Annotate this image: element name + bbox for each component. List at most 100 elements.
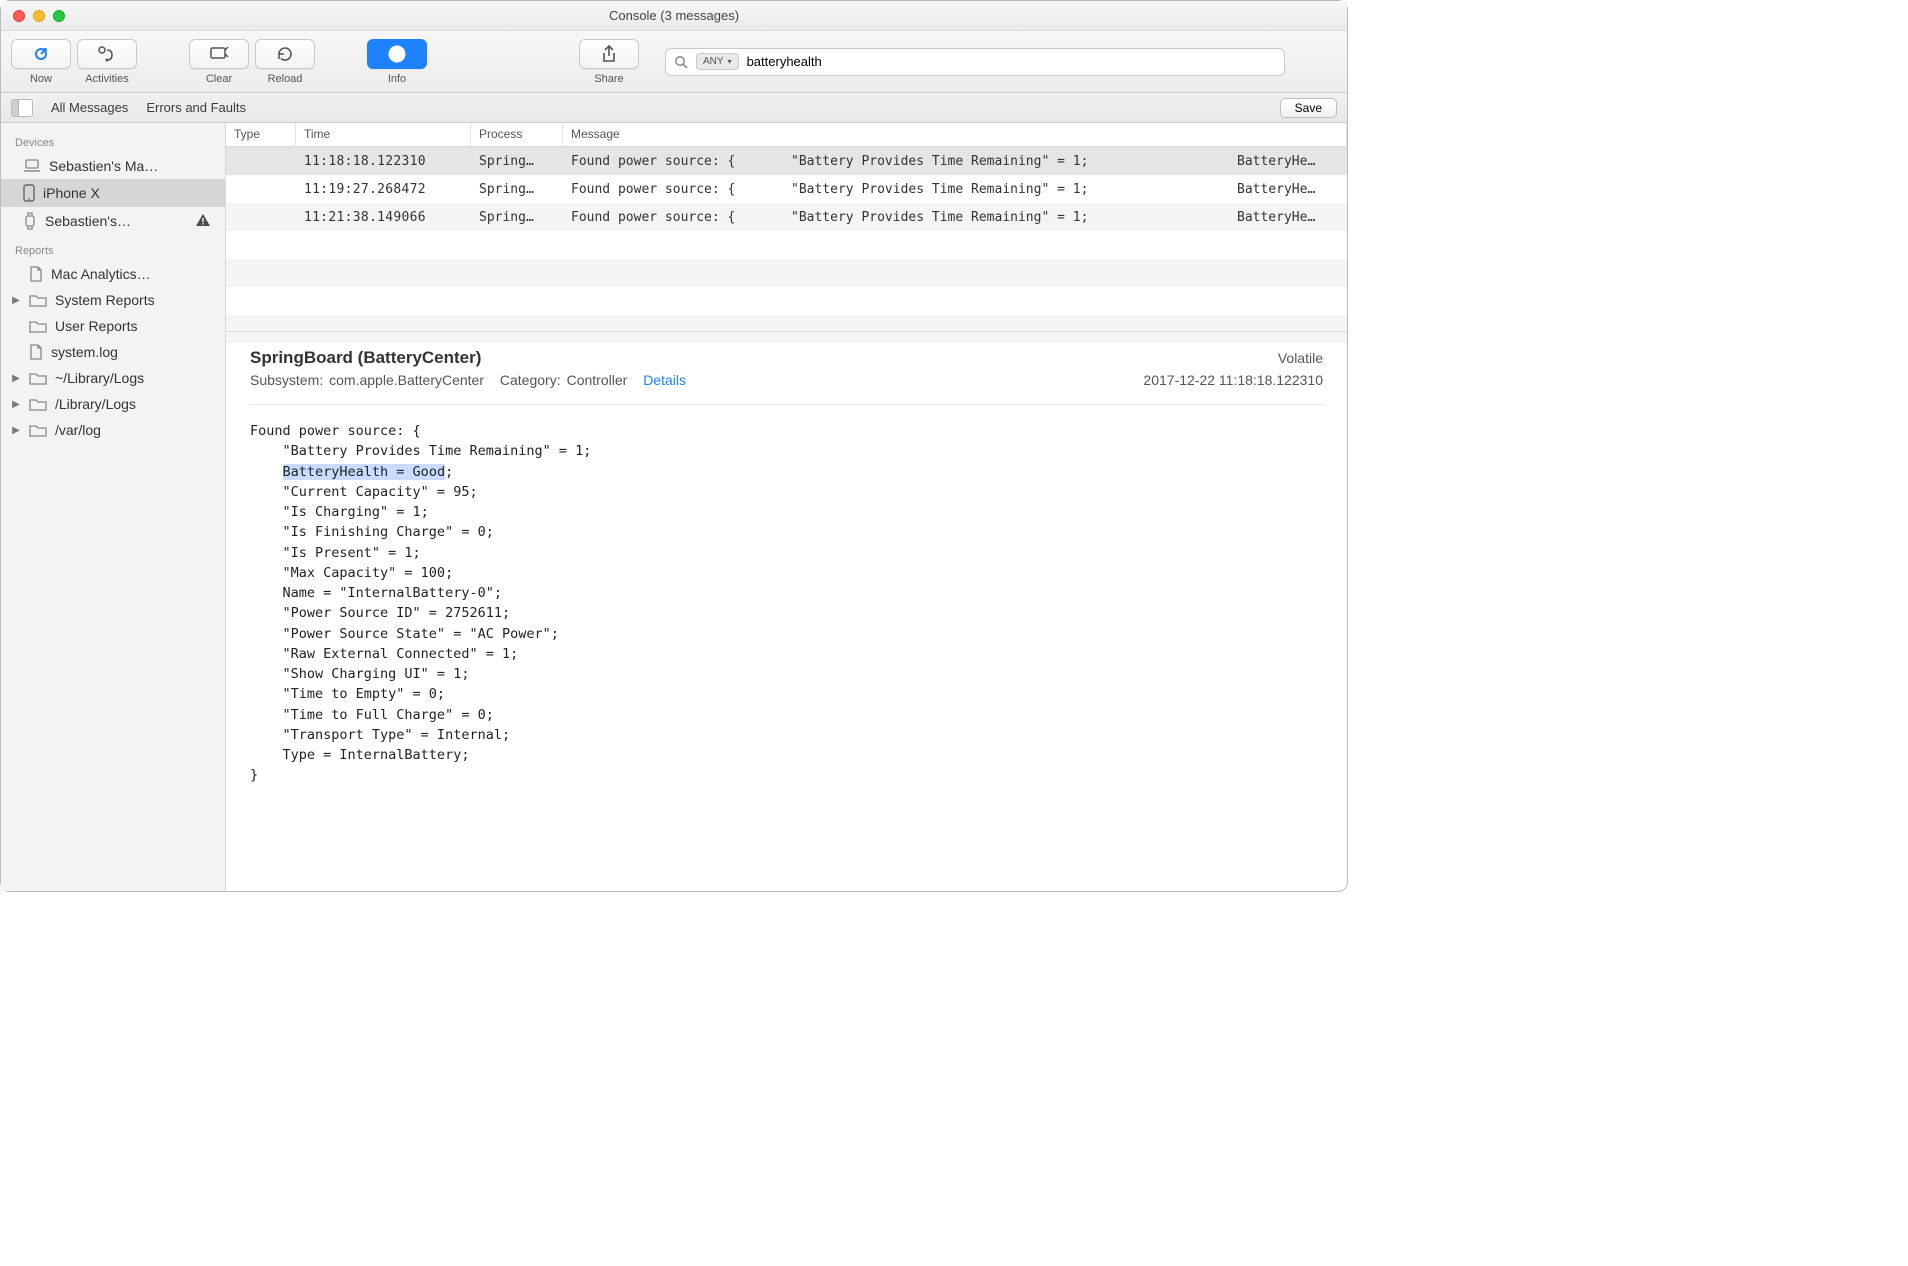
code-highlight: BatteryHealth = Good [283, 464, 446, 480]
sidebar-item-label: ~/Library/Logs [55, 370, 144, 386]
column-time[interactable]: Time [296, 123, 471, 146]
filter-all-messages[interactable]: All Messages [51, 100, 128, 115]
detail-category-label: Category: [500, 372, 561, 388]
phone-icon [23, 184, 35, 202]
cell-time: 11:18:18.122310 [296, 154, 471, 169]
activities-button[interactable] [77, 39, 137, 69]
sidebar-item-label: User Reports [55, 318, 137, 334]
log-row[interactable]: 11:18:18.122310Spring…Found power source… [226, 147, 1347, 175]
cell-process: Spring… [471, 210, 563, 225]
sidebar-toggle-button[interactable] [11, 99, 33, 117]
cell-message: Found power source: { [563, 154, 783, 169]
info-label: Info [388, 73, 406, 85]
sidebar-report-item[interactable]: ▶ /Library/Logs [1, 391, 225, 417]
now-icon [32, 45, 50, 63]
save-button[interactable]: Save [1280, 98, 1337, 118]
file-icon [29, 266, 43, 282]
titlebar: Console (3 messages) [1, 1, 1347, 31]
cell-time: 11:21:38.149066 [296, 210, 471, 225]
log-row[interactable]: 11:21:38.149066Spring…Found power source… [226, 203, 1347, 231]
search-scope-pill[interactable]: ANY [696, 53, 739, 70]
disclosure-triangle-icon[interactable]: ▶ [11, 399, 21, 410]
detail-subsystem-label: Subsystem: [250, 372, 323, 388]
window-minimize-button[interactable] [33, 10, 45, 22]
laptop-icon [23, 159, 41, 173]
sidebar-item-label: System Reports [55, 292, 155, 308]
table-header: Type Time Process Message [226, 123, 1347, 147]
column-type[interactable]: Type [226, 123, 296, 146]
sidebar-report-item[interactable]: Mac Analytics… [1, 261, 225, 287]
disclosure-triangle-icon[interactable]: ▶ [11, 425, 21, 436]
clear-icon [209, 46, 229, 62]
folder-icon [29, 319, 47, 333]
filter-errors-faults[interactable]: Errors and Faults [146, 100, 246, 115]
activities-icon [97, 45, 117, 63]
disclosure-triangle-icon[interactable]: ▶ [11, 295, 21, 306]
log-row[interactable]: 11:19:27.268472Spring…Found power source… [226, 175, 1347, 203]
sidebar-report-item[interactable]: ▶ ~/Library/Logs [1, 365, 225, 391]
filter-bar: All Messages Errors and Faults Save [1, 93, 1347, 123]
empty-row [226, 231, 1347, 259]
now-button[interactable] [11, 39, 71, 69]
clear-label: Clear [206, 73, 232, 85]
empty-row [226, 287, 1347, 315]
detail-title: SpringBoard (BatteryCenter) [250, 348, 481, 368]
cell-process: Spring… [471, 154, 563, 169]
sidebar-item-label: /var/log [55, 422, 101, 438]
warning-icon [195, 213, 211, 230]
content: Type Time Process Message 11:18:18.12231… [226, 123, 1347, 891]
sidebar-header-devices: Devices [1, 127, 225, 153]
sidebar-device-item[interactable]: Sebastien's… [1, 207, 225, 235]
detail-code[interactable]: Found power source: { "Battery Provides … [250, 421, 1323, 786]
detail-subsystem: com.apple.BatteryCenter [329, 372, 484, 388]
folder-icon [29, 397, 47, 411]
search-icon [674, 55, 688, 69]
sidebar-item-label: /Library/Logs [55, 396, 136, 412]
reload-button[interactable] [255, 39, 315, 69]
info-icon [388, 45, 406, 63]
window-zoom-button[interactable] [53, 10, 65, 22]
detail-timestamp: 2017-12-22 11:18:18.122310 [1143, 372, 1323, 388]
sidebar-item-label: iPhone X [43, 185, 100, 201]
sidebar-device-item[interactable]: iPhone X [1, 179, 225, 207]
search-input[interactable] [747, 54, 1276, 69]
detail-category: Controller [567, 372, 628, 388]
folder-icon [29, 371, 47, 385]
sidebar-item-label: system.log [51, 344, 118, 360]
disclosure-triangle-icon[interactable]: ▶ [11, 373, 21, 384]
detail-pane: SpringBoard (BatteryCenter) Volatile Sub… [226, 331, 1347, 891]
sidebar-report-item[interactable]: User Reports [1, 313, 225, 339]
sidebar-report-item[interactable]: ▶ /var/log [1, 417, 225, 443]
sidebar-item-label: Sebastien's… [45, 213, 131, 229]
cell-message: "Battery Provides Time Remaining" = 1; [783, 154, 1229, 169]
sidebar-item-label: Mac Analytics… [51, 266, 151, 282]
cell-message: BatteryHe… [1229, 210, 1347, 225]
search-field[interactable]: ANY [665, 48, 1285, 76]
column-process[interactable]: Process [471, 123, 563, 146]
info-button[interactable] [367, 39, 427, 69]
watch-icon [23, 212, 37, 230]
share-label: Share [594, 73, 623, 85]
clear-button[interactable] [189, 39, 249, 69]
sidebar-device-item[interactable]: Sebastien's Ma… [1, 153, 225, 179]
window-close-button[interactable] [13, 10, 25, 22]
toolbar: Now Activities Clear Reload [1, 31, 1347, 93]
sidebar-report-item[interactable]: system.log [1, 339, 225, 365]
activities-label: Activities [85, 73, 128, 85]
sidebar-header-reports: Reports [1, 235, 225, 261]
sidebar-report-item[interactable]: ▶ System Reports [1, 287, 225, 313]
column-message[interactable]: Message [563, 123, 1347, 146]
reload-label: Reload [268, 73, 303, 85]
empty-row [226, 259, 1347, 287]
folder-icon [29, 293, 47, 307]
folder-icon [29, 423, 47, 437]
share-button[interactable] [579, 39, 639, 69]
file-icon [29, 344, 43, 360]
window-title: Console (3 messages) [1, 8, 1347, 23]
share-icon [601, 45, 617, 63]
cell-message: BatteryHe… [1229, 154, 1347, 169]
detail-volatile: Volatile [1278, 350, 1323, 366]
sidebar: Devices Sebastien's Ma… iPhone X Sebastien… [1, 123, 226, 891]
detail-details-link[interactable]: Details [643, 372, 686, 388]
cell-message: BatteryHe… [1229, 182, 1347, 197]
